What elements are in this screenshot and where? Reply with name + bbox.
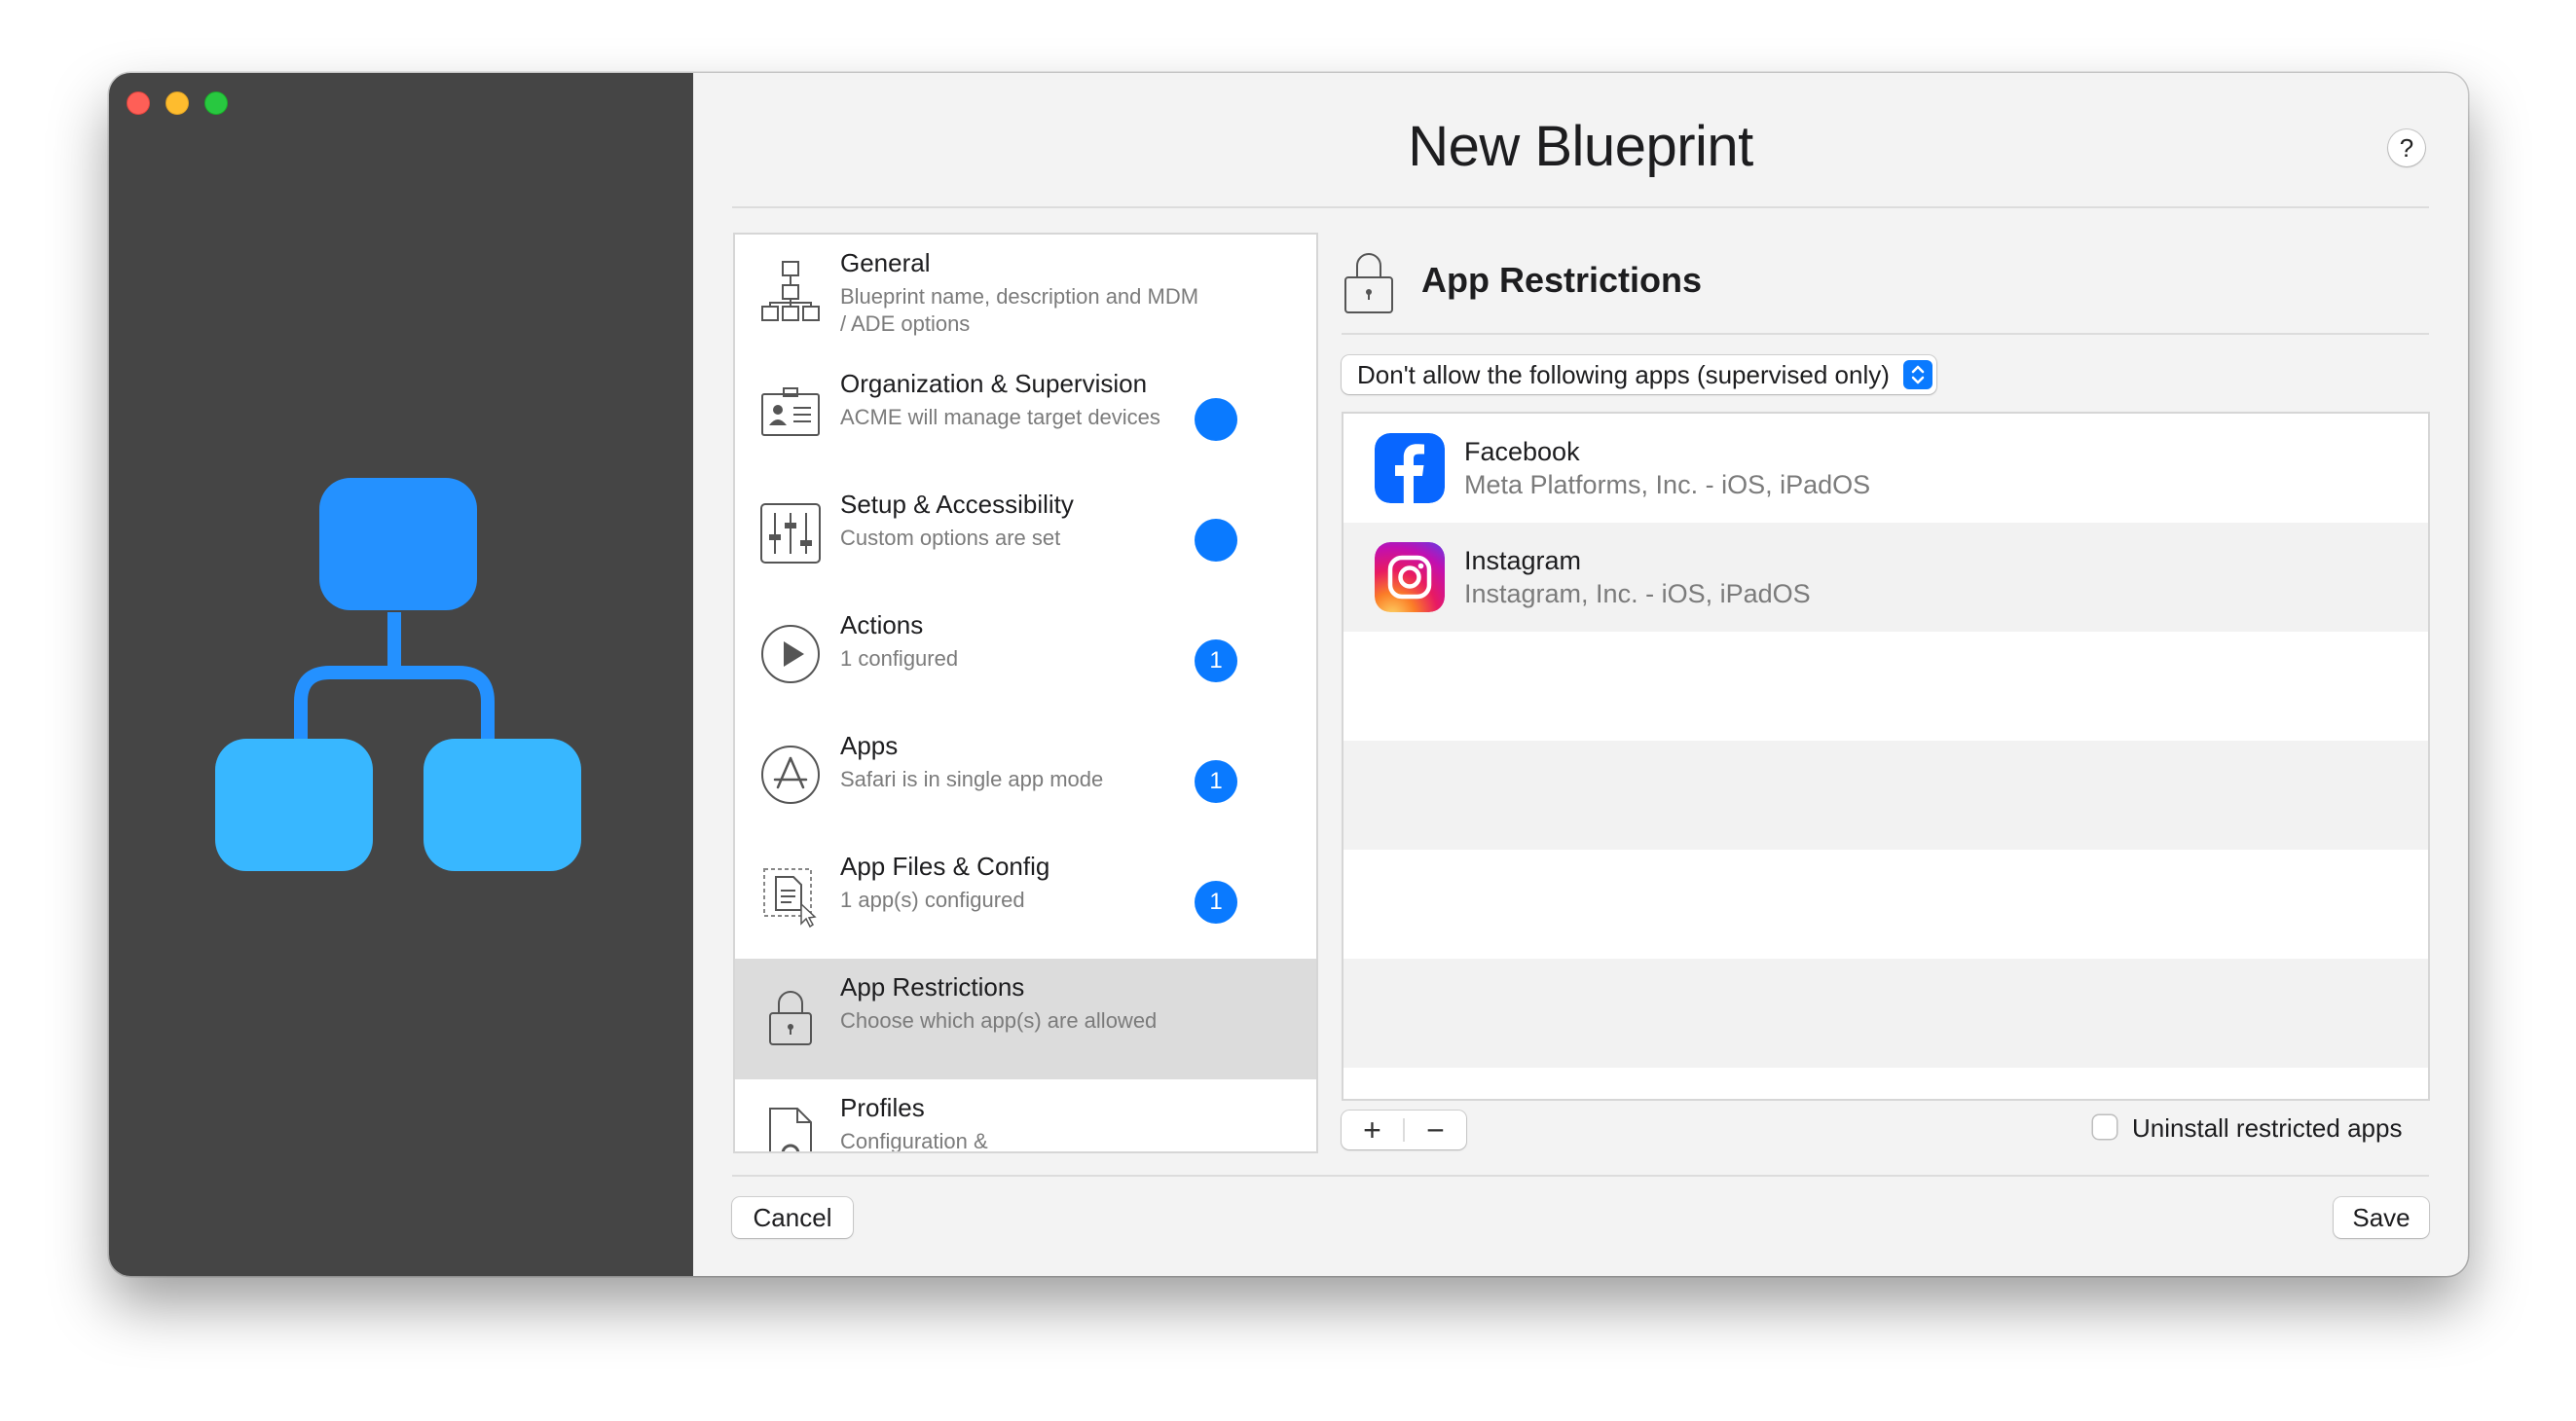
- file-config-icon: [763, 868, 817, 928]
- empty-row: [1343, 632, 2428, 741]
- footer-divider: [732, 1175, 2429, 1177]
- section-subtitle: Configuration &: [840, 1129, 988, 1153]
- app-publisher: Instagram, Inc. - iOS, iPadOS: [1464, 579, 1811, 608]
- status-badge: [1195, 519, 1237, 562]
- section-subtitle: Safari is in single app mode: [840, 767, 1104, 791]
- detail-title: App Restrictions: [1421, 260, 1703, 300]
- section-item-profiles[interactable]: Profiles Configuration &: [735, 1079, 1316, 1153]
- section-item-app-restrictions[interactable]: App Restrictions Choose which app(s) are…: [735, 959, 1316, 1079]
- section-list[interactable]: General Blueprint name, description and …: [733, 233, 1318, 1153]
- table-row[interactable]: Instagram Instagram, Inc. - iOS, iPadOS: [1343, 523, 2428, 632]
- app-store-icon: [761, 746, 820, 804]
- count-badge: 1: [1195, 639, 1237, 682]
- section-subtitle: Custom options are set: [840, 526, 1061, 550]
- section-title: Setup & Accessibility: [840, 490, 1074, 519]
- uninstall-restricted-label[interactable]: Uninstall restricted apps: [2132, 1113, 2402, 1144]
- count-badge: 1: [1195, 881, 1237, 924]
- section-subtitle: ACME will manage target devices: [840, 405, 1160, 429]
- blueprint-hierarchy-icon: [215, 478, 581, 871]
- count-badge: 1: [1195, 760, 1237, 803]
- lock-icon: [769, 991, 812, 1045]
- section-title: App Files & Config: [840, 852, 1050, 881]
- section-title: Organization & Supervision: [840, 369, 1148, 398]
- section-title: App Restrictions: [840, 972, 1025, 1002]
- add-remove-control: + −: [1342, 1111, 1466, 1149]
- profile-gear-icon: [769, 1108, 812, 1151]
- detail-divider: [1342, 333, 2429, 335]
- section-subtitle: Choose which app(s) are allowed: [840, 1008, 1158, 1033]
- table-row[interactable]: Facebook Meta Platforms, Inc. - iOS, iPa…: [1343, 414, 2428, 523]
- main-area: New Blueprint ? General Blueprint name, …: [693, 73, 2468, 1276]
- app-name: Facebook: [1464, 437, 1580, 466]
- cancel-button[interactable]: Cancel: [732, 1197, 853, 1238]
- remove-app-button[interactable]: −: [1405, 1111, 1466, 1149]
- zoom-window-button[interactable]: [204, 91, 228, 115]
- play-icon: [761, 625, 820, 683]
- up-down-chevron-icon: [1902, 360, 1932, 389]
- minimize-window-button[interactable]: [166, 91, 189, 115]
- section-item-actions[interactable]: Actions 1 configured 1: [735, 597, 1316, 717]
- empty-row: [1343, 741, 2428, 850]
- section-subtitle: 1 app(s) configured: [840, 888, 1025, 912]
- id-card-icon: [761, 387, 820, 436]
- restricted-apps-table[interactable]: Facebook Meta Platforms, Inc. - iOS, iPa…: [1342, 412, 2430, 1101]
- uninstall-restricted-checkbox[interactable]: [2093, 1115, 2116, 1139]
- section-title: General: [840, 248, 931, 277]
- app-name: Instagram: [1464, 546, 1582, 575]
- empty-row: [1343, 850, 2428, 959]
- instagram-icon: [1375, 542, 1445, 612]
- section-title: Profiles: [840, 1093, 925, 1122]
- blueprint-window: New Blueprint ? General Blueprint name, …: [109, 73, 2468, 1276]
- section-title: Actions: [840, 610, 924, 639]
- lock-icon: [1344, 253, 1393, 313]
- header-divider: [732, 206, 2429, 208]
- empty-row: [1343, 959, 2428, 1068]
- close-window-button[interactable]: [127, 91, 150, 115]
- status-badge: [1195, 398, 1237, 441]
- window-title: New Blueprint: [1408, 115, 1753, 178]
- sliders-icon: [760, 503, 821, 564]
- section-item-apps[interactable]: Apps Safari is in single app mode 1: [735, 717, 1316, 838]
- section-title: Apps: [840, 731, 899, 760]
- save-button[interactable]: Save: [2334, 1197, 2429, 1238]
- section-item-setup[interactable]: Setup & Accessibility Custom options are…: [735, 476, 1316, 597]
- illustration-panel: [109, 73, 693, 1276]
- section-subtitle: 1 configured: [840, 646, 959, 671]
- section-item-general[interactable]: General Blueprint name, description and …: [735, 235, 1316, 355]
- hierarchy-icon: [761, 261, 820, 321]
- add-app-button[interactable]: +: [1342, 1111, 1403, 1149]
- app-publisher: Meta Platforms, Inc. - iOS, iPadOS: [1464, 470, 1871, 499]
- restriction-mode-select[interactable]: Don't allow the following apps (supervis…: [1342, 355, 1936, 394]
- section-subtitle: Blueprint name, description and MDM / AD…: [840, 284, 1199, 336]
- section-item-app-files[interactable]: App Files & Config 1 app(s) configured 1: [735, 838, 1316, 959]
- section-item-organization[interactable]: Organization & Supervision ACME will man…: [735, 355, 1316, 476]
- restriction-mode-value: Don't allow the following apps (supervis…: [1357, 360, 1890, 389]
- help-button[interactable]: ?: [2388, 129, 2425, 166]
- facebook-icon: [1375, 433, 1445, 503]
